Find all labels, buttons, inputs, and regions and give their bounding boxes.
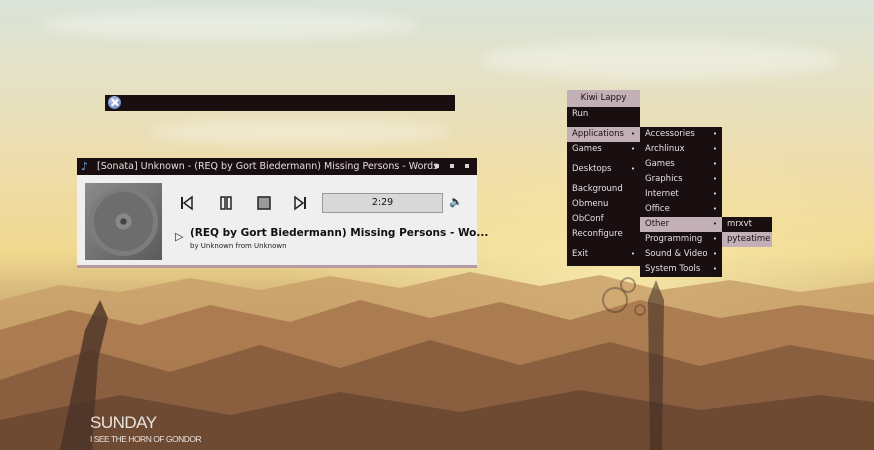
menu-item-label: ObConf xyxy=(572,214,604,224)
menu-item-label: Desktops xyxy=(572,164,612,174)
submenu-arrow-icon: • xyxy=(712,160,717,168)
submenu-arrow-icon: • xyxy=(712,250,717,258)
submenu-arrow-icon: • xyxy=(712,190,717,198)
stop-button[interactable] xyxy=(255,194,273,212)
root-menu-title: Kiwi Lappy xyxy=(567,90,640,107)
menu-item-label: Games xyxy=(572,144,602,154)
menu-item-label: Obmenu xyxy=(572,199,609,209)
menu-item-label: Internet xyxy=(645,189,679,199)
menu-item-label: Sound & Video xyxy=(645,249,708,259)
menu-item-games[interactable]: Games • xyxy=(640,157,722,172)
submenu-arrow-icon: • xyxy=(630,145,635,153)
menu-item-label: Other xyxy=(645,219,670,229)
menu-item-label: Graphics xyxy=(645,174,683,184)
elapsed-time: 2:29 xyxy=(371,197,394,208)
submenu-arrow-icon: • xyxy=(712,265,717,273)
menu-item-label: pyteatime xyxy=(727,234,771,244)
menu-item-label: mrxvt xyxy=(727,219,752,229)
menu-item-label: Exit xyxy=(572,249,589,259)
sonata-window[interactable]: ♪ [Sonata] Unknown - (REQ by Gort Bieder… xyxy=(77,158,488,268)
pause-icon xyxy=(220,196,232,210)
menu-item-label: Applications xyxy=(572,129,624,139)
maximize-button[interactable] xyxy=(450,164,454,168)
submenu-arrow-icon: • xyxy=(712,145,717,153)
menu-item-office[interactable]: Office • xyxy=(640,202,722,217)
skip-previous-button[interactable] xyxy=(177,194,195,212)
menu-item-other[interactable]: Other • xyxy=(640,217,722,232)
menu-item-desktops[interactable]: Desktops • xyxy=(567,162,640,177)
other-menu[interactable]: mrxvt pyteatime xyxy=(722,217,772,247)
expander-triangle-icon[interactable]: ▷ xyxy=(175,230,183,243)
menu-item-internet[interactable]: Internet • xyxy=(640,187,722,202)
menu-item-label: Background xyxy=(572,184,623,194)
menu-item-label: Run xyxy=(572,109,589,119)
menu-item-background[interactable]: Background xyxy=(567,182,640,197)
submenu-arrow-icon: • xyxy=(630,250,635,258)
arch-x-logo-icon[interactable] xyxy=(108,96,121,109)
menu-item-label: Accessories xyxy=(645,129,695,139)
iconify-button[interactable] xyxy=(435,164,439,168)
menu-item-graphics[interactable]: Graphics • xyxy=(640,172,722,187)
menu-item-mrxvt[interactable]: mrxvt xyxy=(722,217,772,232)
pause-button[interactable] xyxy=(217,194,235,212)
submenu-arrow-icon: • xyxy=(712,235,717,243)
root-menu[interactable]: Kiwi Lappy Run Applications • Games • Desk… xyxy=(567,90,640,266)
progress-bar[interactable]: 2:29 xyxy=(322,193,443,213)
menu-item-label: Reconfigure xyxy=(572,229,623,239)
menu-item-exit[interactable]: Exit • xyxy=(567,247,640,262)
menu-item-label: Programming xyxy=(645,234,703,244)
sonata-titlebar[interactable]: ♪ [Sonata] Unknown - (REQ by Gort Bieder… xyxy=(77,158,477,175)
album-art xyxy=(85,183,162,260)
submenu-arrow-icon: • xyxy=(712,220,717,228)
menu-item-obconf[interactable]: ObConf xyxy=(567,212,640,227)
menu-item-label: System Tools xyxy=(645,264,701,274)
menu-item-system-tools[interactable]: System Tools • xyxy=(640,262,722,277)
song-title: (REQ by Gort Biedermann) Missing Persons… xyxy=(190,227,489,239)
menu-item-label: Office xyxy=(645,204,670,214)
submenu-arrow-icon: • xyxy=(630,165,635,173)
menu-item-run[interactable]: Run xyxy=(567,107,640,122)
menu-item-accessories[interactable]: Accessories • xyxy=(640,127,722,142)
menu-item-reconfigure[interactable]: Reconfigure xyxy=(567,227,640,242)
submenu-arrow-icon: • xyxy=(630,130,635,138)
menu-item-label: Games xyxy=(645,159,675,169)
menu-item-label: Archlinux xyxy=(645,144,685,154)
menu-item-sound-video[interactable]: Sound & Video • xyxy=(640,247,722,262)
skip-next-icon xyxy=(294,195,306,211)
submenu-arrow-icon: • xyxy=(712,130,717,138)
volume-icon[interactable]: 🔈 xyxy=(449,195,463,208)
menu-item-games[interactable]: Games • xyxy=(567,142,640,157)
wallpaper-subtitle-text: I SEE THE HORN OF GONDOR xyxy=(90,434,202,444)
top-panel[interactable] xyxy=(105,95,455,111)
menu-item-pyteatime[interactable]: pyteatime xyxy=(722,232,772,247)
submenu-arrow-icon: • xyxy=(712,175,717,183)
skip-next-button[interactable] xyxy=(292,194,310,212)
cd-disc-icon xyxy=(89,187,158,256)
song-byline: by Unknown from Unknown xyxy=(190,242,287,250)
menu-item-applications[interactable]: Applications • xyxy=(567,127,640,142)
menu-item-programming[interactable]: Programming • xyxy=(640,232,722,247)
music-note-icon: ♪ xyxy=(81,160,89,173)
stop-icon xyxy=(257,196,271,210)
skip-previous-icon xyxy=(181,195,193,211)
applications-menu[interactable]: Accessories • Archlinux • Games • Graphics •… xyxy=(640,127,722,277)
menu-item-archlinux[interactable]: Archlinux • xyxy=(640,142,722,157)
close-button[interactable] xyxy=(465,164,469,168)
window-title: [Sonata] Unknown - (REQ by Gort Biederma… xyxy=(97,161,439,172)
wallpaper-day-text: SUNDAY xyxy=(90,413,157,432)
menu-item-obmenu[interactable]: Obmenu xyxy=(567,197,640,212)
submenu-arrow-icon: • xyxy=(712,205,717,213)
